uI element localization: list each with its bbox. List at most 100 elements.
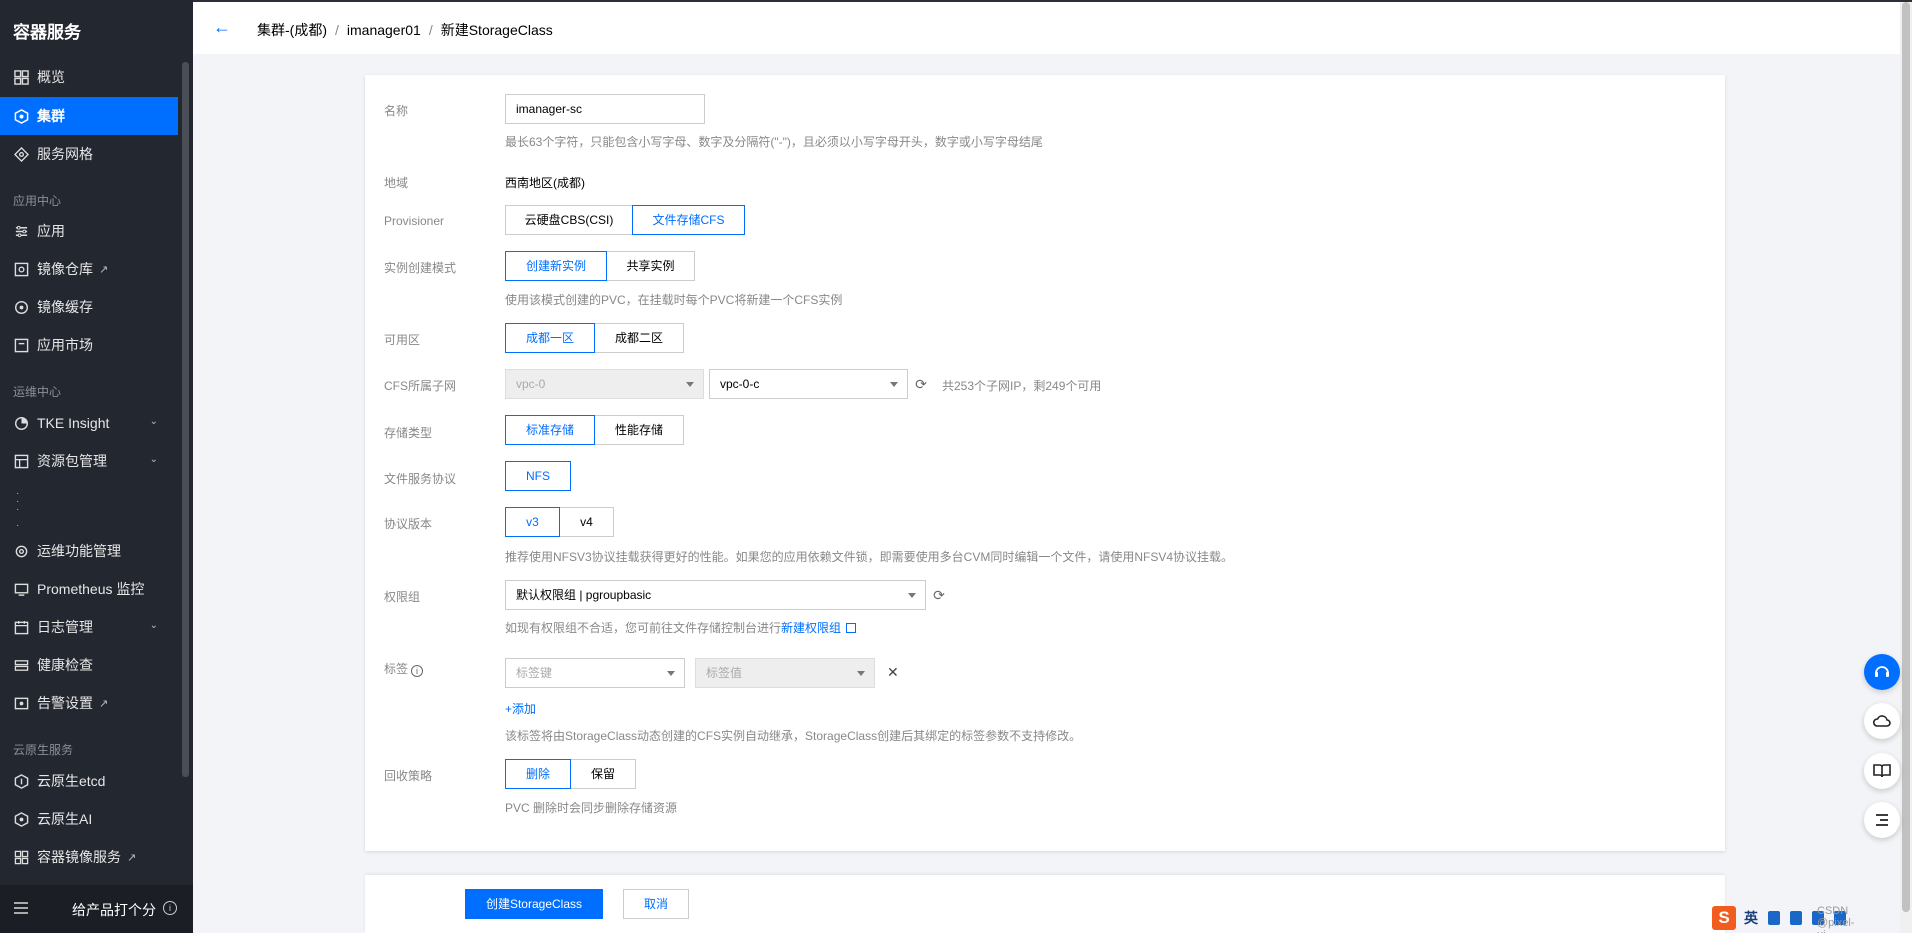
collapsed-submenu-indicator: · · · · [16,488,20,531]
sidebar-item-label: 应用市场 [37,337,93,353]
feedback-link[interactable]: 给产品打个分 [72,900,156,920]
sidebar-item-cluster[interactable]: 集群 [0,97,178,135]
provisioner-option-cbs[interactable]: 云硬盘CBS(CSI) [505,205,633,235]
zone-label: 可用区 [384,333,421,347]
info-icon[interactable]: i [411,665,424,677]
sidebar-item-package[interactable]: 资源包管理 ⌄ [0,442,178,480]
version-label: 协议版本 [384,517,433,531]
chevron-down-icon [686,382,694,387]
instance-mode-option-new[interactable]: 创建新实例 [505,251,607,281]
sidebar-item-label: 日志管理 [37,619,93,635]
perm-group-label: 权限组 [384,590,421,604]
ops-icon [13,543,29,559]
sidebar-item-alarm[interactable]: 告警设置 ↗ [0,684,178,722]
sidebar-scrollbar[interactable] [182,62,189,777]
breadcrumb-cluster-id[interactable]: imanager01 [347,22,421,38]
sidebar-item-label: 镜像缓存 [37,299,93,315]
sidebar-item-health[interactable]: 健康检查 [0,646,178,684]
refresh-icon[interactable]: ⟳ [931,587,947,603]
sidebar-item-etcd[interactable]: 云原生etcd [0,762,178,800]
cloud-tool-button[interactable] [1864,703,1900,739]
subnet-help: 共253个子网IP，剩249个可用 [942,379,1102,393]
sidebar-item-ai[interactable]: 云原生AI [0,800,178,838]
sidebar-item-app[interactable]: 应用 [0,212,178,250]
add-tag-button[interactable]: +添加 [505,700,536,717]
vpc-select: vpc-0 [505,369,704,399]
cloud-icon [1872,715,1891,727]
ime-language[interactable]: 英 [1744,908,1758,928]
protocol-label: 文件服务协议 [384,472,457,486]
image-repo-icon [13,261,29,277]
name-help: 最长63个字符，只能包含小写字母、数字及分隔符("-")，且必须以小写字母开头，… [505,135,1043,149]
remove-tag-icon[interactable]: ✕ [887,664,899,681]
perm-group-select[interactable]: 默认权限组 | pgroupbasic [505,580,926,610]
cancel-button[interactable]: 取消 [623,889,689,919]
storage-type-option-standard[interactable]: 标准存储 [505,415,595,445]
log-icon [13,619,29,635]
monitor-icon [13,581,29,597]
back-arrow-icon[interactable]: ← [213,18,231,36]
provisioner-option-cfs[interactable]: 文件存储CFS [632,205,745,235]
zone-option-1[interactable]: 成都一区 [505,323,595,353]
sidebar-item-image-repo[interactable]: 镜像仓库 ↗ [0,250,178,288]
sidebar-item-image-cache[interactable]: 镜像缓存 [0,288,178,326]
tag-key-placeholder: 标签键 [516,666,553,680]
ai-icon [13,811,29,827]
sidebar-item-overview[interactable]: 概览 [0,58,178,96]
sidebar-item-ops-function[interactable]: 运维功能管理 [0,532,178,570]
docs-button[interactable] [1864,753,1900,789]
breadcrumb-cluster[interactable]: 集群-(成都) [257,22,327,38]
headset-icon [1875,666,1889,677]
sidebar-item-prometheus[interactable]: Prometheus 监控 [0,570,178,608]
subnet-select[interactable]: vpc-0-c [709,369,908,399]
sidebar-item-label: TKE Insight [37,415,110,431]
sidebar-item-tke-insight[interactable]: TKE Insight ⌄ [0,404,178,442]
book-icon [1873,764,1891,778]
image-cache-icon [13,299,29,315]
section-cloud-native: 云原生服务 [13,743,74,757]
storage-type-option-performance[interactable]: 性能存储 [594,415,684,445]
tag-key-select[interactable]: 标签键 [505,658,685,688]
form-panel: 名称 imanager-sc 最长63个字符，只能包含小写字母、数字及分隔符("… [365,75,1725,851]
sidebar-item-label: 服务网格 [37,146,93,162]
page-scrollbar-thumb[interactable] [1902,2,1910,912]
list-tool-button[interactable] [1864,802,1900,838]
reclaim-option-delete[interactable]: 删除 [505,759,571,789]
sidebar-item-log[interactable]: 日志管理 ⌄ [0,608,178,646]
version-option-v4[interactable]: v4 [559,507,614,537]
collapse-menu-icon[interactable] [14,902,28,917]
region-label: 地域 [384,176,409,190]
sidebar-item-mesh[interactable]: 服务网格 [0,135,178,173]
sidebar-item-label: 应用 [37,223,65,239]
mesh-icon [13,146,29,162]
version-option-v3[interactable]: v3 [505,507,560,537]
sidebar-item-market[interactable]: 应用市场 [0,326,178,364]
external-link-icon: ↗ [99,263,109,276]
new-perm-group-link[interactable]: 新建权限组 [781,621,841,635]
sogou-logo-icon[interactable]: S [1712,906,1736,930]
ime-punct-icon[interactable] [1768,911,1780,925]
sidebar-item-registry[interactable]: 容器镜像服务 ↗ [0,838,178,876]
ime-mic-icon[interactable] [1790,911,1802,925]
tag-value-select: 标签值 [695,658,875,688]
create-storageclass-button[interactable]: 创建StorageClass [465,889,603,919]
page-scrollbar[interactable] [1900,2,1912,933]
customer-service-button[interactable] [1864,654,1900,690]
refresh-icon[interactable]: ⟳ [913,376,929,392]
chevron-down-icon [857,671,865,676]
zone-option-2[interactable]: 成都二区 [594,323,684,353]
sidebar-footer: 给产品打个分 i [0,885,193,933]
sidebar-item-label: 概览 [37,69,65,85]
protocol-option-nfs[interactable]: NFS [505,461,571,491]
sidebar-item-label: 容器镜像服务 [37,849,121,865]
external-link-icon: ↗ [99,697,109,710]
reclaim-option-retain[interactable]: 保留 [570,759,636,789]
instance-mode-option-shared[interactable]: 共享实例 [606,251,695,281]
version-selector: v3 v4 [505,507,614,537]
zone-selector: 成都一区 成都二区 [505,323,684,353]
provisioner-label: Provisioner [384,214,445,228]
protocol-selector: NFS [505,461,571,491]
breadcrumb-separator: / [428,22,433,38]
name-input[interactable]: imanager-sc [505,94,705,124]
sidebar-item-label: 告警设置 [37,695,93,711]
